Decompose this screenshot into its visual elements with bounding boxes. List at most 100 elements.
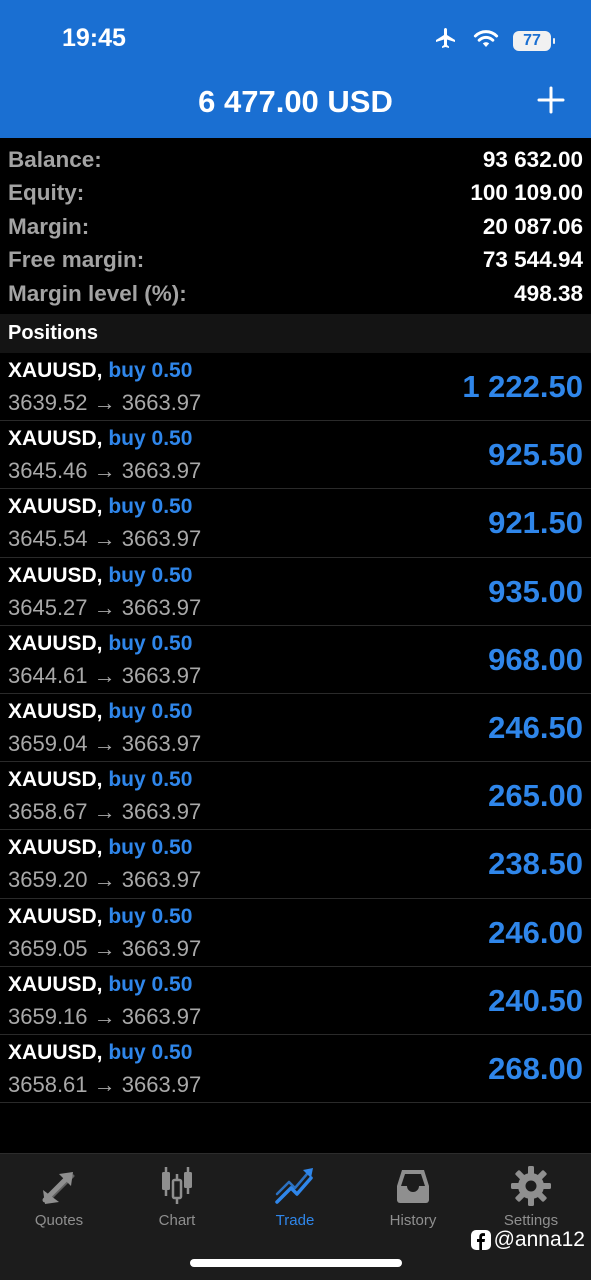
equity-row: Equity: 100 109.00 bbox=[0, 177, 591, 211]
position-symbol: XAUUSD, bbox=[8, 495, 103, 519]
position-symbol: XAUUSD, bbox=[8, 359, 103, 382]
position-symbol: XAUUSD, bbox=[8, 904, 103, 928]
position-symbol: XAUUSD, bbox=[8, 427, 103, 451]
battery-icon: 77 bbox=[513, 30, 555, 51]
position-title: XAUUSD, buy 0.50 bbox=[8, 905, 192, 929]
watermark-handle: @anna12 bbox=[493, 1228, 585, 1251]
margin-label: Margin: bbox=[8, 213, 90, 239]
position-side: buy 0.50 bbox=[108, 427, 193, 451]
position-profit: 268.00 bbox=[488, 1050, 583, 1086]
position-prices: 3639.52 → 3663.97 bbox=[8, 390, 202, 415]
position-prices: 3645.46 → 3663.97 bbox=[8, 458, 202, 484]
position-title: XAUUSD, buy 0.50 bbox=[8, 836, 192, 860]
position-side: buy 0.50 bbox=[108, 359, 193, 382]
position-title: XAUUSD, buy 0.50 bbox=[8, 495, 192, 519]
position-title: XAUUSD, buy 0.50 bbox=[8, 700, 192, 724]
position-row[interactable]: XAUUSD, buy 0.50 3659.04 → 3663.97 246.5… bbox=[0, 694, 591, 763]
position-title: XAUUSD, buy 0.50 bbox=[8, 564, 192, 588]
tab-settings-label: Settings bbox=[503, 1212, 559, 1229]
position-side: buy 0.50 bbox=[108, 1040, 193, 1064]
margin-level-row: Margin level (%): 498.38 bbox=[0, 277, 591, 311]
position-title: XAUUSD, buy 0.50 bbox=[8, 359, 192, 383]
position-row[interactable]: XAUUSD, buy 0.50 3645.46 → 3663.97 925.5… bbox=[0, 421, 591, 490]
equity-label: Equity: bbox=[8, 180, 85, 206]
position-row[interactable]: XAUUSD, buy 0.50 3659.05 → 3663.97 246.0… bbox=[0, 899, 591, 967]
quotes-arrows-icon bbox=[42, 1172, 75, 1204]
positions-header: Positions bbox=[0, 314, 591, 353]
inbox-tray-icon bbox=[397, 1170, 429, 1203]
equity-value: 100 109.00 bbox=[470, 180, 583, 206]
tab-history[interactable]: History bbox=[354, 1164, 472, 1229]
battery-level: 77 bbox=[523, 31, 541, 49]
tab-chart-label: Chart bbox=[158, 1212, 196, 1229]
position-symbol: XAUUSD, bbox=[8, 768, 103, 792]
position-row[interactable]: XAUUSD, buy 0.50 3658.61 → 3663.97 268.0… bbox=[0, 1035, 591, 1104]
position-prices: 3645.54 → 3663.97 bbox=[8, 526, 202, 552]
position-profit: 1 222.50 bbox=[462, 369, 583, 404]
top-bar: 19:45 77 6 477.00 USD bbox=[0, 0, 591, 138]
free-margin-label: Free margin: bbox=[8, 247, 145, 273]
position-symbol: XAUUSD, bbox=[8, 699, 103, 723]
position-side: buy 0.50 bbox=[108, 836, 193, 860]
position-profit: 968.00 bbox=[488, 641, 583, 677]
position-profit: 925.50 bbox=[488, 437, 583, 473]
position-title: XAUUSD, buy 0.50 bbox=[8, 632, 192, 656]
position-prices: 3658.61 → 3663.97 bbox=[8, 1071, 202, 1097]
free-margin-row: Free margin: 73 544.94 bbox=[0, 244, 591, 278]
position-prices: 3659.04 → 3663.97 bbox=[8, 730, 202, 756]
position-row[interactable]: XAUUSD, buy 0.50 3645.54 → 3663.97 921.5… bbox=[0, 489, 591, 558]
tab-quotes[interactable]: Quotes bbox=[0, 1164, 118, 1229]
position-title: XAUUSD, buy 0.50 bbox=[8, 973, 192, 997]
position-side: buy 0.50 bbox=[108, 904, 193, 928]
wifi-icon bbox=[473, 27, 499, 54]
margin-value: 20 087.06 bbox=[482, 213, 583, 239]
position-profit: 238.50 bbox=[488, 846, 583, 882]
tab-history-label: History bbox=[389, 1212, 437, 1229]
margin-row: Margin: 20 087.06 bbox=[0, 210, 591, 244]
position-prices: 3659.20 → 3663.97 bbox=[8, 867, 202, 893]
position-row[interactable]: XAUUSD, buy 0.50 3644.61 → 3663.97 968.0… bbox=[0, 626, 591, 694]
position-side: buy 0.50 bbox=[108, 495, 193, 519]
position-title: XAUUSD, buy 0.50 bbox=[8, 1041, 192, 1065]
position-side: buy 0.50 bbox=[108, 631, 193, 655]
position-side: buy 0.50 bbox=[108, 768, 193, 792]
tab-settings[interactable]: Settings bbox=[472, 1164, 590, 1229]
position-prices: 3644.61 → 3663.97 bbox=[8, 662, 202, 688]
position-profit: 921.50 bbox=[488, 505, 583, 541]
position-row[interactable]: XAUUSD, buy 0.50 3659.16 → 3663.97 240.5… bbox=[0, 967, 591, 1035]
position-profit: 246.50 bbox=[488, 709, 583, 745]
plus-icon[interactable] bbox=[537, 86, 565, 114]
account-profit-title: 6 477.00 USD bbox=[198, 84, 393, 119]
position-side: buy 0.50 bbox=[108, 563, 193, 587]
position-side: buy 0.50 bbox=[108, 972, 193, 996]
position-symbol: XAUUSD, bbox=[8, 631, 103, 655]
position-prices: 3658.67 → 3663.97 bbox=[8, 799, 202, 825]
airplane-icon bbox=[433, 26, 459, 55]
position-row[interactable]: XAUUSD, buy 0.50 3658.67 → 3663.97 265.0… bbox=[0, 762, 591, 831]
candlestick-chart-icon bbox=[162, 1167, 192, 1204]
position-row[interactable]: XAUUSD, buy 0.50 3645.27 → 3663.97 935.0… bbox=[0, 558, 591, 626]
tab-chart[interactable]: Chart bbox=[118, 1164, 236, 1229]
position-row[interactable]: XAUUSD, buy 0.50 3639.52 → 3663.97 1 222… bbox=[0, 353, 591, 422]
position-title: XAUUSD, buy 0.50 bbox=[8, 427, 192, 451]
status-time: 19:45 bbox=[62, 24, 126, 52]
position-symbol: XAUUSD, bbox=[8, 563, 103, 587]
gear-icon bbox=[511, 1166, 551, 1206]
position-prices: 3645.27 → 3663.97 bbox=[8, 594, 202, 620]
positions-list: XAUUSD, buy 0.50 3639.52 → 3663.97 1 222… bbox=[0, 353, 591, 1104]
position-symbol: XAUUSD, bbox=[8, 836, 103, 860]
status-icons: 77 bbox=[433, 26, 555, 55]
account-summary: Balance: 93 632.00 Equity: 100 109.00 Ma… bbox=[0, 143, 591, 311]
position-side: buy 0.50 bbox=[108, 699, 193, 723]
position-profit: 935.00 bbox=[488, 573, 583, 609]
margin-level-value: 498.38 bbox=[514, 280, 583, 306]
position-title: XAUUSD, buy 0.50 bbox=[8, 768, 192, 792]
watermark: @anna12 bbox=[470, 1228, 585, 1252]
tab-trade[interactable]: Trade bbox=[236, 1164, 354, 1229]
home-indicator[interactable] bbox=[190, 1259, 402, 1267]
margin-level-label: Margin level (%): bbox=[8, 280, 187, 306]
position-profit: 246.00 bbox=[488, 914, 583, 950]
position-symbol: XAUUSD, bbox=[8, 1040, 103, 1064]
position-prices: 3659.16 → 3663.97 bbox=[8, 1003, 202, 1029]
position-row[interactable]: XAUUSD, buy 0.50 3659.20 → 3663.97 238.5… bbox=[0, 830, 591, 899]
